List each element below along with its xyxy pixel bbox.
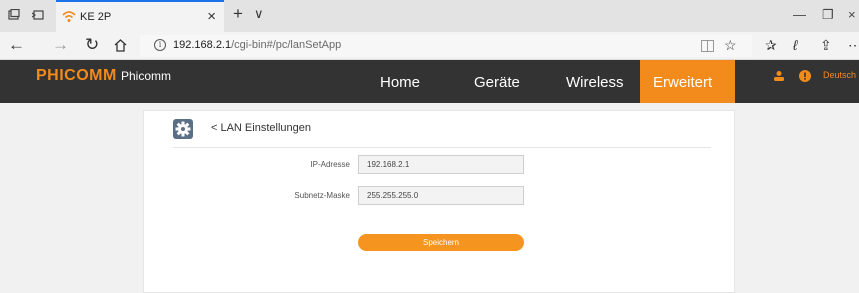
ip-address-label: IP-Adresse	[310, 160, 350, 169]
url-field[interactable]: i 192.168.2.1/cgi-bin#/pc/lanSetApp	[140, 35, 752, 57]
nav-erweitert[interactable]: Erweitert	[640, 60, 735, 103]
tab-close-icon[interactable]: ×	[207, 9, 216, 24]
language-selector[interactable]: Deutsch	[823, 70, 856, 80]
nav-home[interactable]: Home	[380, 74, 420, 91]
reading-view-icon[interactable]	[701, 40, 714, 52]
browser-tab[interactable]: KE 2P ×	[56, 0, 224, 32]
info-icon[interactable]: i	[154, 39, 166, 51]
browser-tab-bar: KE 2P × + ∨ — ❐ ×	[0, 0, 859, 32]
minimize-icon[interactable]: —	[793, 8, 806, 22]
tab-menu-chevron-icon[interactable]: ∨	[254, 6, 264, 22]
save-button[interactable]: Speichern	[358, 234, 524, 251]
phicomm-logo: PHICOMM	[36, 67, 117, 84]
lan-settings-back-link[interactable]: < LAN Einstellungen	[211, 122, 311, 134]
wifi-icon	[62, 11, 76, 22]
nav-wireless[interactable]: Wireless	[566, 74, 624, 91]
tab-list-icon[interactable]	[8, 9, 20, 21]
tab-title: KE 2P	[80, 11, 112, 23]
favorites-hub-icon[interactable]: ✰	[765, 37, 777, 53]
more-icon[interactable]: ⋯	[848, 37, 859, 53]
tab-preview-icon[interactable]	[32, 9, 44, 21]
address-bar: ← → ↻ i 192.168.2.1/cgi-bin#/pc/lanSetAp…	[0, 32, 859, 60]
refresh-icon[interactable]: ↻	[85, 35, 99, 55]
pen-notes-icon[interactable]: ℓ	[793, 37, 798, 53]
url-text: 192.168.2.1/cgi-bin#/pc/lanSetApp	[173, 39, 342, 51]
divider	[173, 147, 711, 148]
home-icon[interactable]	[113, 38, 128, 53]
subnet-mask-label: Subnetz-Maske	[294, 191, 350, 200]
ip-address-field[interactable]: 192.168.2.1	[358, 155, 524, 174]
share-icon[interactable]: ⇪	[820, 37, 832, 53]
new-tab-icon[interactable]: +	[233, 5, 243, 23]
favorite-star-icon[interactable]: ☆	[724, 37, 737, 53]
router-header: PHICOMM Phicomm Home Geräte Wireless Erw…	[0, 60, 859, 103]
subnet-mask-field[interactable]: 255.255.255.0	[358, 186, 524, 205]
close-window-icon[interactable]: ×	[848, 8, 856, 22]
settings-card: < LAN Einstellungen IP-Adresse 192.168.2…	[143, 110, 735, 293]
restore-icon[interactable]: ❐	[822, 8, 834, 22]
nav-geraete[interactable]: Geräte	[474, 74, 520, 91]
alert-icon[interactable]	[799, 70, 811, 82]
forward-icon[interactable]: →	[52, 35, 69, 55]
settings-gear-icon	[173, 119, 193, 139]
user-icon[interactable]	[773, 70, 785, 82]
logo-subtext: Phicomm	[121, 69, 172, 83]
back-icon[interactable]: ←	[8, 35, 25, 55]
